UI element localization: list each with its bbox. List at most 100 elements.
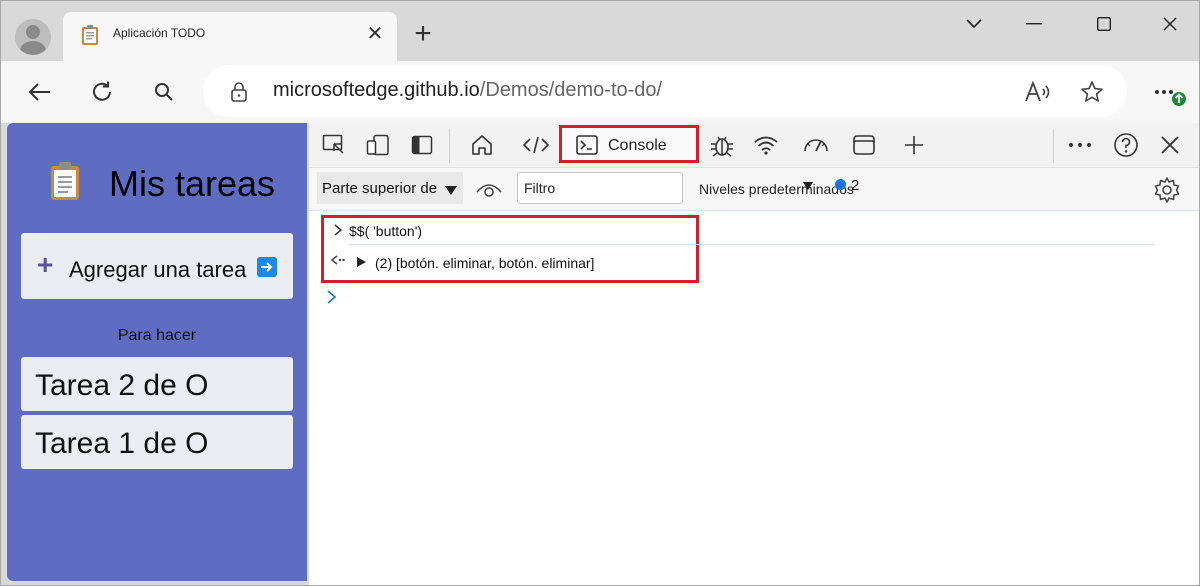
back-button[interactable] (23, 75, 57, 109)
close-window-button[interactable] (1147, 9, 1193, 39)
more-icon (1069, 143, 1091, 147)
tab-title: Aplicación TODO (113, 26, 206, 40)
clipboard-icon (51, 162, 79, 200)
wifi-icon (754, 136, 778, 155)
tab-network[interactable] (751, 131, 781, 159)
url-host: microsoftedge.github.io (273, 79, 480, 101)
issues-count[interactable]: 2 (851, 177, 859, 194)
dock-side-button[interactable] (407, 131, 437, 159)
favorite-button[interactable] (1077, 77, 1107, 107)
dropdown-triangle-icon (445, 186, 457, 195)
context-selector[interactable]: Parte superior de (317, 172, 463, 204)
console-icon (576, 135, 598, 155)
tab-console[interactable]: Console (559, 125, 699, 163)
refresh-icon (93, 81, 111, 101)
read-aloud-icon (1025, 81, 1050, 102)
result-arrow-icon (330, 255, 345, 265)
device-icon (366, 134, 389, 156)
chevron-down-icon (966, 19, 982, 29)
context-selector-label: Parte superior de (322, 180, 438, 197)
chevron-right-icon (334, 224, 343, 236)
clipboard-icon (82, 25, 98, 45)
console-prompt-icon[interactable] (325, 289, 339, 305)
page-title: Mis tareas (109, 163, 276, 204)
panel-icon (411, 135, 433, 155)
browser-tab[interactable]: Aplicación TODO ✕ (63, 12, 397, 61)
task-label: Tarea 1 de O (35, 427, 209, 460)
arrow-right-icon (257, 257, 277, 277)
devtools-toolbar: Console (309, 123, 1199, 168)
plus-icon (905, 136, 923, 154)
add-task-button[interactable]: + Agregar una tarea (21, 233, 293, 299)
lock-icon[interactable] (229, 81, 249, 103)
avatar-body (20, 41, 46, 55)
close-icon (1163, 17, 1177, 31)
devtools-menu-button[interactable] (1065, 131, 1095, 159)
title-bar: Aplicación TODO ✕ + (1, 1, 1199, 61)
issues-icon[interactable] (835, 179, 846, 190)
url-text[interactable]: microsoftedge.github.io/Demos/demo-to-do… (273, 79, 662, 102)
console-line-divider (347, 244, 1155, 245)
log-levels-dropdown[interactable]: Niveles predeterminados (699, 181, 854, 197)
search-button[interactable] (147, 75, 181, 109)
inspect-element-button[interactable] (319, 131, 349, 159)
plus-icon: + (37, 249, 54, 280)
tab-elements[interactable] (521, 131, 551, 159)
help-icon (1114, 133, 1138, 157)
inspect-icon (322, 134, 344, 154)
read-aloud-button[interactable] (1023, 77, 1053, 107)
toolbar-divider (449, 129, 450, 163)
console-filter-bar: Parte superior de Niveles predeterminado… (309, 168, 1199, 211)
help-button[interactable] (1111, 131, 1141, 159)
bug-icon (711, 136, 733, 157)
eye-icon[interactable] (475, 176, 503, 202)
new-tab-button[interactable]: + (407, 19, 439, 51)
dropdown-triangle-icon (803, 182, 813, 190)
maximize-icon (1097, 17, 1111, 31)
task-item[interactable]: Tarea 1 de O (21, 415, 293, 469)
url-path: /Demos/demo-to-do/ (479, 79, 663, 101)
tab-sources[interactable] (707, 131, 737, 159)
minimize-icon (1026, 23, 1042, 25)
more-icon (1155, 90, 1186, 106)
task-item[interactable]: Tarea 2 de O (21, 357, 293, 411)
address-row: microsoftedge.github.io/Demos/demo-to-do… (1, 61, 1199, 123)
todo-app: Mis tareas + Agregar una tarea Para hace… (7, 123, 307, 581)
expand-triangle-icon[interactable] (357, 257, 366, 267)
profile-avatar[interactable] (15, 19, 51, 55)
star-icon (1081, 81, 1103, 102)
back-arrow-icon (28, 83, 50, 101)
gear-icon[interactable] (1153, 176, 1181, 204)
tab-performance[interactable] (801, 131, 831, 159)
search-icon (155, 83, 173, 101)
task-label: Tarea 2 de O (35, 369, 209, 402)
gauge-icon (804, 139, 828, 152)
code-icon (523, 136, 549, 154)
console-input-line[interactable]: $$( 'button') (349, 223, 422, 239)
avatar-head (26, 25, 40, 39)
tab-close-button[interactable]: ✕ (363, 22, 387, 46)
console-tab-label: Console (608, 137, 667, 154)
browser-window: Aplicación TODO ✕ + microsoftedge.github… (0, 0, 1200, 586)
browser-menu-button[interactable] (1151, 75, 1191, 109)
close-icon (1161, 136, 1179, 154)
refresh-button[interactable] (85, 75, 119, 109)
add-task-label: Agregar una tarea (69, 257, 247, 282)
console-output: $$( 'button') (2) [botón. eliminar, botó… (309, 211, 1199, 585)
console-result-line[interactable]: (2) [botón. eliminar, botón. eliminar] (375, 255, 594, 271)
close-devtools-button[interactable] (1155, 131, 1185, 159)
tab-welcome[interactable] (467, 131, 497, 159)
address-bar[interactable]: microsoftedge.github.io/Demos/demo-to-do… (203, 65, 1127, 117)
console-filter-input[interactable] (517, 172, 683, 204)
more-tools-button[interactable] (899, 131, 929, 159)
home-icon (472, 135, 492, 155)
tab-application[interactable] (849, 131, 879, 159)
tab-actions-dropdown[interactable] (951, 9, 997, 39)
todo-section-label: Para hacer (117, 327, 197, 344)
minimize-button[interactable] (1011, 9, 1057, 39)
maximize-button[interactable] (1081, 9, 1127, 39)
window-icon (853, 135, 875, 155)
device-emulation-button[interactable] (363, 131, 393, 159)
devtools-panel: Console Parte superior de Filtro Niveles… (309, 123, 1199, 585)
toolbar-divider (1053, 129, 1054, 163)
